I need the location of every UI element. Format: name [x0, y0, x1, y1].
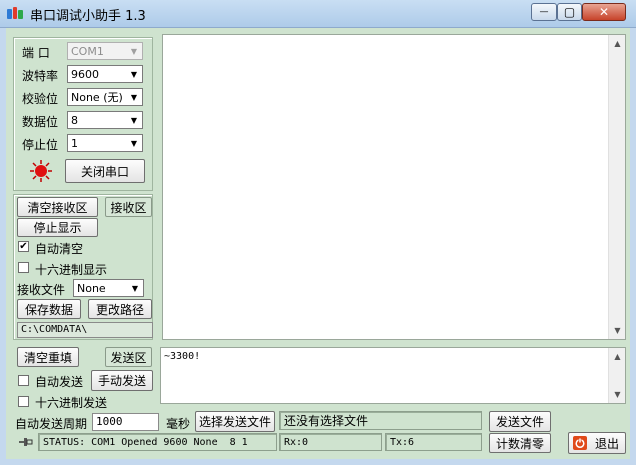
hex-display-label: 十六进制显示 — [35, 263, 108, 277]
window-title: 串口调试小助手 1.3 — [30, 9, 146, 24]
chevron-down-icon: ▼ — [130, 69, 138, 79]
minimize-button[interactable]: — — [531, 3, 557, 21]
title-bar[interactable]: 串口调试小助手 1.3 — ▢ ✕ — [0, 0, 636, 28]
frame-bottom — [0, 459, 636, 465]
exit-label: 退出 — [595, 436, 620, 451]
choose-send-file-button[interactable]: 选择发送文件 — [195, 411, 275, 432]
chevron-down-icon: ▼ — [131, 283, 139, 293]
scroll-down-icon[interactable]: ▼ — [609, 386, 626, 403]
receive-text-area[interactable]: ▲ ▼ — [162, 34, 626, 340]
databits-label: 数据位 — [22, 115, 59, 129]
ms-label: 毫秒 — [166, 417, 191, 431]
receive-content — [163, 35, 625, 41]
change-path-button[interactable]: 更改路径 — [88, 299, 152, 319]
auto-send-label: 自动发送 — [35, 375, 84, 389]
file-status-field: 还没有选择文件 — [279, 411, 482, 430]
send-period-input[interactable]: 1000 — [92, 413, 159, 431]
hex-send-label: 十六进制发送 — [35, 396, 108, 410]
port-value: COM1 — [71, 44, 104, 58]
stopbits-value: 1 — [71, 136, 78, 150]
baud-select[interactable]: 9600 ▼ — [67, 65, 143, 83]
status-text: STATUS: COM1 Opened 9600 None 8 1 — [38, 433, 277, 451]
power-icon — [573, 436, 587, 450]
parity-value: None (无) — [71, 91, 123, 104]
close-icon: ✕ — [598, 5, 610, 19]
auto-clear-label: 自动清空 — [35, 242, 84, 256]
scroll-up-icon[interactable]: ▲ — [609, 35, 626, 52]
auto-clear-checkbox[interactable]: ✔ — [18, 241, 29, 252]
manual-send-button[interactable]: 手动发送 — [91, 370, 153, 391]
maximize-button[interactable]: ▢ — [557, 3, 582, 21]
maximize-icon: ▢ — [563, 5, 576, 19]
baud-value: 9600 — [71, 67, 99, 81]
clear-receive-button[interactable]: 清空接收区 — [17, 197, 98, 217]
clear-send-button[interactable]: 清空重填 — [17, 347, 79, 367]
frame-right — [630, 28, 636, 465]
stop-display-button[interactable]: 停止显示 — [17, 218, 98, 237]
stopbits-select[interactable]: 1 ▼ — [67, 134, 143, 152]
send-text-area[interactable]: ~3300! ▲ ▼ — [160, 347, 626, 404]
tx-counter: Tx:6 — [385, 433, 482, 451]
auto-send-checkbox[interactable] — [18, 375, 29, 386]
port-select[interactable]: COM1 ▼ — [67, 42, 143, 60]
chevron-down-icon: ▼ — [130, 46, 138, 56]
receive-file-value: None — [77, 281, 106, 295]
exit-button[interactable]: 退出 — [568, 432, 626, 454]
stopbits-label: 停止位 — [22, 138, 59, 152]
hex-display-checkbox[interactable] — [18, 262, 29, 273]
receive-file-select[interactable]: None ▼ — [73, 279, 144, 297]
send-scrollbar[interactable]: ▲ ▼ — [608, 348, 625, 403]
close-port-button[interactable]: 关闭串口 — [65, 159, 145, 183]
receive-scrollbar[interactable]: ▲ ▼ — [608, 35, 625, 339]
scroll-up-icon[interactable]: ▲ — [609, 348, 626, 365]
save-path-field[interactable]: C:\COMDATA\ — [17, 322, 153, 338]
reset-count-button[interactable]: 计数清零 — [489, 433, 551, 453]
baud-label: 波特率 — [22, 69, 59, 83]
send-file-button[interactable]: 发送文件 — [489, 411, 551, 432]
rx-counter: Rx:0 — [279, 433, 382, 451]
save-data-button[interactable]: 保存数据 — [17, 299, 81, 319]
scroll-down-icon[interactable]: ▼ — [609, 322, 626, 339]
parity-select[interactable]: None (无) ▼ — [67, 88, 143, 106]
chevron-down-icon: ▼ — [130, 92, 138, 102]
receive-file-label: 接收文件 — [17, 283, 66, 297]
send-area-label: 发送区 — [105, 347, 152, 367]
chevron-down-icon: ▼ — [130, 138, 138, 148]
send-period-label: 自动发送周期 — [15, 417, 88, 431]
chevron-down-icon: ▼ — [130, 115, 138, 125]
port-status-indicator-icon — [29, 159, 53, 183]
databits-value: 8 — [71, 113, 78, 127]
app-icon — [6, 6, 24, 22]
parity-label: 校验位 — [22, 92, 59, 106]
close-button[interactable]: ✕ — [582, 3, 626, 21]
hex-send-checkbox[interactable] — [18, 396, 29, 407]
databits-select[interactable]: 8 ▼ — [67, 111, 143, 129]
minimize-icon: — — [539, 7, 549, 17]
pin-icon[interactable] — [15, 433, 37, 451]
receive-area-label: 接收区 — [105, 197, 152, 217]
send-content: ~3300! — [164, 351, 201, 362]
port-label: 端 口 — [22, 46, 50, 60]
